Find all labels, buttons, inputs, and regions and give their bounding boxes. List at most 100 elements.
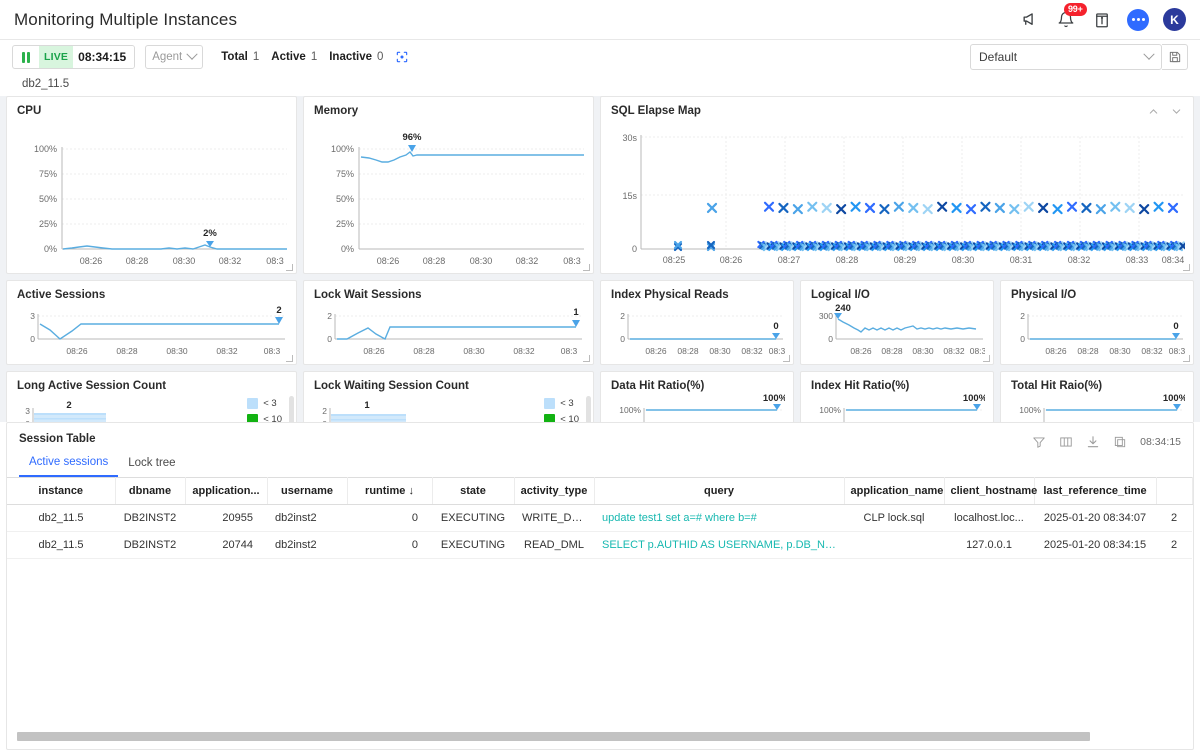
col-overflow[interactable]: [1156, 477, 1193, 505]
total-label: Total: [221, 51, 248, 63]
svg-text:15s: 15s: [622, 191, 637, 201]
svg-text:100%: 100%: [619, 405, 641, 415]
panel-resize-grip[interactable]: [983, 355, 990, 362]
dashboard-row-2: Active Sessions 3 0 2 08:26 08:28 08:30: [6, 280, 1194, 365]
columns-icon[interactable]: [1059, 435, 1073, 449]
chart-data-hit-ratio[interactable]: 100% 0% 100% 08:28 08:32: [611, 394, 785, 422]
col-dbname[interactable]: dbname: [115, 477, 186, 505]
svg-text:08:3: 08:3: [561, 346, 578, 356]
chart-total-hit-ratio[interactable]: 100% 0% 100% 08:28 08:32: [1011, 394, 1185, 422]
pause-icon[interactable]: [13, 46, 39, 68]
svg-text:08:32: 08:32: [516, 256, 539, 266]
table-row[interactable]: db2_11.5 DB2INST2 20955 db2inst2 0 EXECU…: [7, 504, 1192, 532]
svg-text:08:30: 08:30: [1109, 346, 1131, 356]
svg-text:2: 2: [66, 400, 71, 411]
chart-cpu[interactable]: 100% 75% 50% 25% 0% 2% 08:26 08:28 08:30…: [17, 119, 287, 269]
col-state[interactable]: state: [432, 477, 515, 505]
chart-active-sessions[interactable]: 3 0 2 08:26 08:28 08:30 08:32 08:3: [17, 303, 286, 361]
svg-text:08:32: 08:32: [943, 346, 965, 356]
table-header-row: instance dbname application... username …: [7, 477, 1193, 505]
svg-text:50%: 50%: [336, 194, 354, 204]
save-preset-button[interactable]: [1162, 44, 1188, 70]
panel-index-hit-ratio: Index Hit Ratio(%) 100% 0% 100% 08:28 08…: [800, 371, 994, 422]
legend-scrollbar-vertical[interactable]: [586, 396, 591, 422]
legend-label: < 3: [560, 398, 574, 409]
col-application-name[interactable]: application_name: [844, 477, 945, 505]
chart-logical-io[interactable]: 300 0 240 08:26 08:28 08:30 08:32 08:3: [811, 303, 985, 361]
panel-resize-grip[interactable]: [1183, 264, 1190, 271]
bell-icon[interactable]: 99+: [1055, 2, 1087, 31]
col-query[interactable]: query: [594, 477, 845, 505]
cell-query[interactable]: update test1 set a=# where b=#: [594, 504, 844, 532]
col-application[interactable]: application...: [185, 477, 268, 505]
chart-lock-waiting-session-count[interactable]: 2 0 1 db2_11.5: [314, 394, 583, 422]
panel-resize-grip[interactable]: [783, 355, 790, 362]
col-username[interactable]: username: [267, 477, 348, 505]
panel-resize-grip[interactable]: [1183, 355, 1190, 362]
svg-text:08:26: 08:26: [377, 256, 400, 266]
svg-text:08:28: 08:28: [116, 346, 138, 356]
col-activity-type[interactable]: activity_type: [514, 477, 595, 505]
filter-icon[interactable]: [1032, 435, 1046, 449]
panel-resize-grip[interactable]: [286, 264, 293, 271]
chart-sql-elapse-map[interactable]: 30s 15s 0 08:25 08:26 08:27 08:28 08:29 …: [611, 119, 1185, 267]
svg-text:08:34: 08:34: [1162, 255, 1185, 265]
legend-scrollbar-vertical[interactable]: [289, 396, 294, 422]
panel-resize-grip[interactable]: [583, 264, 590, 271]
chart-long-active-session-count[interactable]: 3 0 2 db2_11.5: [17, 394, 286, 422]
svg-text:3: 3: [30, 311, 35, 321]
cell-dbname: DB2INST2: [115, 531, 185, 559]
chat-icon[interactable]: [1127, 8, 1149, 31]
download-icon[interactable]: [1086, 435, 1100, 449]
svg-text:0: 0: [1020, 334, 1025, 344]
svg-text:08:28: 08:28: [836, 255, 859, 265]
svg-text:100%: 100%: [34, 144, 57, 154]
panel-title-lock-wait-sessions: Lock Wait Sessions: [314, 289, 422, 301]
svg-text:08:25: 08:25: [663, 255, 686, 265]
svg-text:50%: 50%: [39, 194, 57, 204]
chart-lock-wait-sessions[interactable]: 2 0 1 08:26 08:28 08:30 08:32 08:3: [314, 303, 583, 361]
table-row[interactable]: db2_11.5 DB2INST2 20744 db2inst2 0 EXECU…: [7, 531, 1192, 559]
svg-text:08:27: 08:27: [778, 255, 801, 265]
svg-text:08:26: 08:26: [850, 346, 872, 356]
svg-text:08:32: 08:32: [741, 346, 763, 356]
col-client-hostname[interactable]: client_hostname: [944, 477, 1037, 505]
svg-text:25%: 25%: [336, 219, 354, 229]
inactive-value: 0: [377, 51, 384, 63]
expand-icon[interactable]: [395, 50, 409, 64]
svg-text:1: 1: [573, 307, 579, 318]
table-scrollbar-thumb[interactable]: [17, 732, 1090, 741]
panel-title-sql-elapse-map: SQL Elapse Map: [611, 105, 701, 117]
col-last-reference-time[interactable]: last_reference_time: [1034, 477, 1157, 505]
chart-index-physical-reads[interactable]: 2 0 0 08:26 08:28 08:30 08:32 08:3: [611, 303, 785, 361]
table-horizontal-scrollbar[interactable]: [17, 732, 1183, 741]
preset-select[interactable]: Default: [970, 44, 1162, 70]
tab-lock-tree[interactable]: Lock tree: [118, 452, 185, 476]
agent-select[interactable]: Agent: [145, 45, 204, 69]
panel-title-physical-io: Physical I/O: [1011, 289, 1077, 301]
svg-text:30s: 30s: [622, 133, 637, 143]
megaphone-icon[interactable]: [1019, 9, 1041, 31]
cell-application: 20744: [185, 531, 267, 559]
panel-resize-grip[interactable]: [583, 355, 590, 362]
legend-item: < 3: [247, 398, 282, 409]
info-doc-icon[interactable]: [1091, 9, 1113, 31]
col-runtime[interactable]: runtime ↓: [347, 477, 433, 505]
live-status-control[interactable]: LIVE 08:34:15: [12, 45, 136, 69]
chart-memory[interactable]: 100% 75% 50% 25% 0% 96% 08:26 08:28 08:3…: [314, 119, 584, 269]
col-instance[interactable]: instance: [7, 477, 116, 505]
chevron-down-icon[interactable]: [1170, 105, 1183, 118]
chart-index-hit-ratio[interactable]: 100% 0% 100% 08:28 08:32: [811, 394, 985, 422]
chart-physical-io[interactable]: 2 0 0 08:26 08:28 08:30 08:32 08:3: [1011, 303, 1185, 361]
tab-active-sessions[interactable]: Active sessions: [19, 451, 119, 477]
avatar[interactable]: K: [1163, 8, 1186, 31]
cell-query[interactable]: SELECT p.AUTHID AS USERNAME, p.DB_NAM...: [594, 531, 844, 559]
chevron-up-icon[interactable]: [1147, 105, 1160, 118]
copy-icon[interactable]: [1113, 435, 1127, 449]
panel-title-cpu: CPU: [17, 105, 42, 117]
legend-lock-waiting-session-count: < 3 < 10 < 15: [544, 398, 579, 422]
panel-resize-grip[interactable]: [286, 355, 293, 362]
svg-text:08:30: 08:30: [912, 346, 934, 356]
svg-text:0: 0: [773, 321, 778, 332]
svg-text:300: 300: [819, 311, 833, 321]
